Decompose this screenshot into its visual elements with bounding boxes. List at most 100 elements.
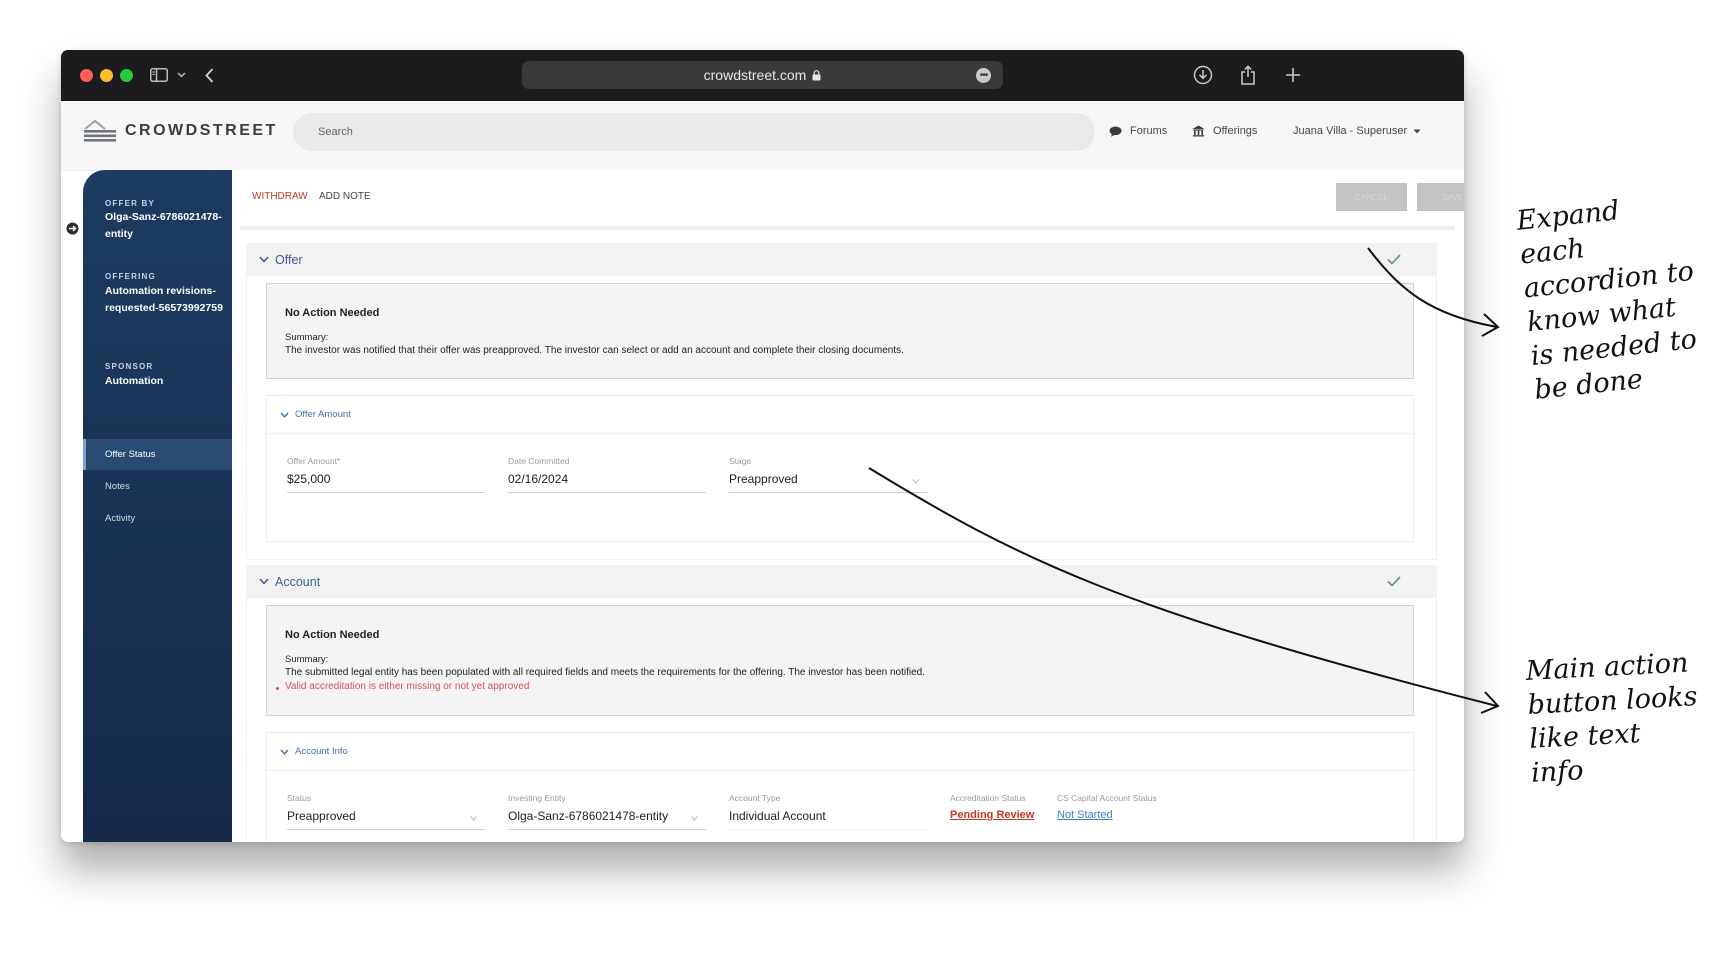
account-type-value: Individual Account	[729, 809, 927, 830]
stage-select[interactable]: Stage Preapproved	[729, 456, 927, 493]
account-info-subsection-header[interactable]: Account Info	[267, 733, 1413, 771]
minimize-window-button[interactable]	[100, 69, 113, 82]
offer-sidebar: OFFER BY Olga-Sanz-6786021478-entity OFF…	[83, 170, 232, 842]
account-accordion-header[interactable]: Account	[246, 565, 1437, 598]
caret-down-icon	[1413, 129, 1421, 133]
cs-capital-account-status-label: CS Capital Account Status	[1057, 793, 1157, 803]
stage-value-text: Preapproved	[729, 472, 798, 486]
account-status-value-text: Preapproved	[287, 809, 356, 823]
annotation-main-action: Main action button looks like text info	[1525, 647, 1699, 789]
offer-amount-subsection: Offer Amount Offer Amount* $25,000 Date …	[266, 395, 1414, 542]
sponsor-label: SPONSOR	[105, 362, 154, 371]
more-options-icon[interactable]: •••	[976, 68, 991, 83]
checkmark-icon	[1387, 252, 1401, 270]
sidebar-item-offer-status[interactable]: Offer Status	[83, 439, 232, 470]
brand-name: CROWDSTREET	[125, 122, 278, 139]
investing-entity-label: Investing Entity	[508, 793, 566, 803]
save-button[interactable]: SAVE	[1417, 183, 1464, 211]
notice-summary-text: The investor was notified that their off…	[285, 345, 904, 356]
accreditation-status-label: Accreditation Status	[950, 793, 1026, 803]
chevron-down-icon	[280, 412, 289, 418]
chevron-down-icon	[259, 578, 269, 585]
download-icon[interactable]	[1191, 63, 1215, 87]
browser-titlebar: crowdstreet.com •••	[61, 50, 1464, 101]
main-content: WITHDRAW ADD NOTE CANCEL SAVE Offer No A…	[232, 170, 1464, 842]
account-status-select[interactable]: Status Preapproved	[287, 793, 485, 830]
sidebar-item-activity[interactable]: Activity	[83, 503, 232, 534]
cs-capital-account-status-link[interactable]: Not Started	[1057, 809, 1253, 821]
notice-summary-text: The submitted legal entity has been popu…	[285, 667, 926, 678]
offer-by-value: Olga-Sanz-6786021478-entity	[105, 211, 222, 240]
offerings-link[interactable]: Offerings	[1192, 125, 1257, 137]
accreditation-status-field: Accreditation Status Pending Review	[950, 793, 1050, 821]
sidebar-item-notes[interactable]: Notes	[83, 471, 232, 502]
forums-link[interactable]: Forums	[1109, 125, 1167, 137]
user-menu[interactable]: Juana Villa - Superuser	[1293, 125, 1421, 137]
offer-amount-value: $25,000	[287, 472, 485, 493]
crowdstreet-logo-icon	[84, 119, 116, 142]
account-type-field: Account Type Individual Account	[729, 793, 927, 830]
crowdstreet-logo[interactable]: CROWDSTREET	[83, 119, 278, 143]
offer-accordion-header[interactable]: Offer	[246, 243, 1437, 276]
close-window-button[interactable]	[80, 69, 93, 82]
chevron-down-icon[interactable]	[174, 63, 188, 87]
toolbar-divider	[240, 226, 1455, 230]
offering-label: OFFERING	[105, 272, 156, 281]
arrow-to-offer-check-head	[1481, 313, 1500, 337]
bank-building-icon	[1192, 125, 1205, 137]
browser-window: crowdstreet.com ••• CROWDSTREET Search F…	[61, 50, 1464, 842]
arrow-to-stage-field-head	[1480, 691, 1500, 714]
account-status-label: Status	[287, 793, 312, 803]
offer-status-notice: No Action Needed Summary: The investor w…	[266, 283, 1414, 379]
notice-heading: No Action Needed	[285, 629, 380, 641]
account-status-value: Preapproved	[287, 809, 485, 830]
checkmark-icon	[1387, 574, 1401, 592]
share-icon[interactable]	[1236, 63, 1260, 87]
account-status-notice: No Action Needed Summary: The submitted …	[266, 605, 1414, 716]
caret-down-icon	[912, 479, 919, 484]
accreditation-status-link[interactable]: Pending Review	[950, 809, 1050, 821]
back-arrow-icon[interactable]	[200, 63, 218, 87]
notice-summary-label: Summary:	[285, 332, 329, 343]
offer-amount-field[interactable]: Offer Amount* $25,000	[287, 456, 485, 493]
search-input[interactable]	[293, 113, 1095, 151]
forums-label: Forums	[1130, 125, 1168, 137]
offer-amount-subsection-title: Offer Amount	[295, 409, 351, 420]
app-header: CROWDSTREET Forums Offerings Juana Villa…	[61, 101, 1464, 171]
sidebar-toggle-icon[interactable]	[148, 63, 170, 87]
new-tab-icon[interactable]	[1281, 63, 1305, 87]
offering-value: Automation revisions-requested-565739927…	[105, 285, 223, 314]
user-name: Juana Villa - Superuser	[1293, 125, 1408, 137]
chevron-down-icon	[280, 749, 289, 755]
account-info-subsection: Account Info Status Preapproved Investin…	[266, 732, 1414, 842]
notice-heading: No Action Needed	[285, 307, 380, 319]
account-info-subsection-title: Account Info	[295, 746, 348, 757]
stage-label: Stage	[729, 456, 752, 466]
sponsor-value: Automation	[105, 375, 164, 387]
cs-capital-account-status-field: CS Capital Account Status Not Started	[1057, 793, 1253, 821]
account-accordion-title: Account	[275, 574, 321, 589]
maximize-window-button[interactable]	[120, 69, 133, 82]
accreditation-error-text: Valid accreditation is either missing or…	[285, 681, 530, 692]
cancel-button[interactable]: CANCEL	[1336, 183, 1407, 211]
add-note-button[interactable]: ADD NOTE	[319, 191, 371, 202]
withdraw-button[interactable]: WITHDRAW	[252, 191, 308, 202]
account-type-label: Account Type	[729, 793, 781, 803]
address-bar[interactable]: crowdstreet.com •••	[522, 61, 1003, 89]
notice-summary-label: Summary:	[285, 654, 329, 665]
stage-value: Preapproved	[729, 472, 927, 493]
offer-amount-label: Offer Amount*	[287, 456, 341, 466]
caret-down-icon	[691, 816, 698, 821]
chat-bubble-icon	[1109, 126, 1122, 137]
annotation-expand-accordion: Expand each accordion to know what is ne…	[1515, 195, 1699, 406]
investing-entity-value: Olga-Sanz-6786021478-entity	[508, 809, 706, 830]
investing-entity-select[interactable]: Investing Entity Olga-Sanz-6786021478-en…	[508, 793, 706, 830]
collapse-arrow-icon[interactable]	[66, 222, 79, 240]
offer-by-label: OFFER BY	[105, 199, 156, 208]
offer-amount-subsection-header[interactable]: Offer Amount	[267, 396, 1413, 434]
url-text: crowdstreet.com	[703, 67, 807, 83]
date-committed-value: 02/16/2024	[508, 472, 706, 493]
date-committed-field[interactable]: Date Committed 02/16/2024	[508, 456, 706, 493]
action-toolbar: WITHDRAW ADD NOTE CANCEL SAVE	[232, 170, 1464, 230]
offer-accordion-title: Offer	[275, 252, 303, 267]
